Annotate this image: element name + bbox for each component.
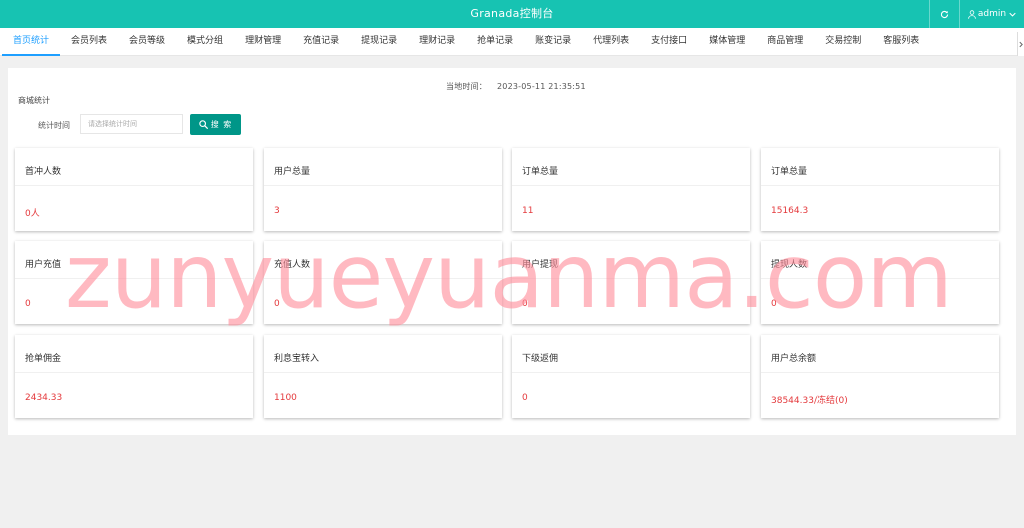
stat-card-title: 利息宝转入	[274, 354, 320, 364]
stat-card-title: 首冲人数	[25, 167, 62, 177]
tab-item[interactable]: 理财管理	[234, 28, 292, 56]
stat-card-value: 0	[274, 299, 280, 309]
stat-card-divider	[512, 372, 750, 373]
search-button[interactable]: 搜 索	[190, 114, 241, 135]
chevron-right-icon	[1019, 41, 1023, 47]
tab-list: 首页统计 会员列表 会员等级 模式分组 理财管理 充值记录 提现记录 理财记录 抢单记录 账变记录…	[2, 28, 930, 56]
app-title: Granada控制台	[470, 7, 554, 20]
stat-time-input[interactable]	[80, 114, 183, 134]
stat-card-value: 11	[522, 206, 534, 216]
stat-card-title: 订单总量	[522, 167, 559, 177]
stat-card-value: 0	[771, 299, 777, 309]
tab-item[interactable]: 充值记录	[292, 28, 350, 56]
filter-label: 统计时间	[38, 121, 70, 130]
tab-item[interactable]: 抢单记录	[466, 28, 524, 56]
refresh-icon	[940, 10, 949, 18]
stat-card-title: 提现人数	[771, 260, 808, 270]
stat-card-divider	[15, 278, 253, 279]
search-icon	[199, 120, 208, 129]
tab-item[interactable]: 会员列表	[60, 28, 118, 56]
tab-item[interactable]: 交易控制	[814, 28, 872, 56]
stat-card-value: 15164.3	[771, 206, 809, 216]
tab-item[interactable]: 会员等级	[118, 28, 176, 56]
stat-card-title: 用户提现	[522, 260, 559, 270]
stat-card: 下级返佣 0	[512, 335, 750, 418]
stat-card-value: 0人	[25, 209, 40, 219]
user-icon	[968, 9, 976, 19]
stat-card-divider	[761, 185, 999, 186]
stat-card: 充值人数 0	[264, 241, 502, 324]
stat-card-divider	[15, 372, 253, 373]
tab-bar: 首页统计 会员列表 会员等级 模式分组 理财管理 充值记录 提现记录 理财记录 抢单记录 账变记录…	[0, 28, 1024, 56]
local-time: 当地时间： 2023-05-11 21:35:51	[446, 81, 586, 92]
tab-item[interactable]: 媒体管理	[698, 28, 756, 56]
tab-item[interactable]: 模式分组	[176, 28, 234, 56]
tab-item[interactable]: 代理列表	[582, 28, 640, 56]
stat-card: 用户提现 0	[512, 241, 750, 324]
stat-card-title: 抢单佣金	[25, 354, 62, 364]
stat-card-value: 38544.33/冻结(0)	[771, 396, 848, 406]
stat-card-divider	[264, 185, 502, 186]
top-header: Granada控制台 admin	[0, 0, 1024, 28]
stat-card-divider	[512, 185, 750, 186]
user-menu[interactable]: admin	[959, 0, 1024, 28]
stat-card: 订单总量 15164.3	[761, 148, 999, 231]
tab-item[interactable]: 提现记录	[350, 28, 408, 56]
tab-item[interactable]: 商品管理	[756, 28, 814, 56]
local-time-value: 2023-05-11 21:35:51	[497, 82, 586, 91]
stat-card-title: 用户充值	[25, 260, 62, 270]
refresh-button[interactable]	[929, 0, 959, 28]
stat-card-divider	[512, 278, 750, 279]
stat-card-divider	[15, 185, 253, 186]
tab-item[interactable]: 账变记录	[524, 28, 582, 56]
stat-card-value: 0	[522, 393, 528, 403]
local-time-label: 当地时间：	[446, 82, 487, 91]
stat-card-title: 充值人数	[274, 260, 311, 270]
stat-card-divider	[761, 372, 999, 373]
stat-card-value: 3	[274, 206, 280, 216]
stat-card-divider	[264, 372, 502, 373]
stat-card-title: 订单总量	[771, 167, 808, 177]
stat-card: 用户总量 3	[264, 148, 502, 231]
stat-card: 利息宝转入 1100	[264, 335, 502, 418]
tab-scroll-button[interactable]	[1017, 32, 1024, 56]
stat-card-divider	[264, 278, 502, 279]
stat-card-value: 1100	[274, 393, 297, 403]
stat-card: 抢单佣金 2434.33	[15, 335, 253, 418]
stat-card: 用户充值 0	[15, 241, 253, 324]
chevron-down-icon	[1009, 12, 1016, 17]
stat-card-title: 下级返佣	[522, 354, 559, 364]
section-title: 商城统计	[18, 96, 50, 105]
stat-card: 用户总余额 38544.33/冻结(0)	[761, 335, 999, 418]
stat-card-value: 0	[25, 299, 31, 309]
stat-card: 首冲人数 0人	[15, 148, 253, 231]
tab-item[interactable]: 理财记录	[408, 28, 466, 56]
stat-card: 订单总量 11	[512, 148, 750, 231]
stat-card-divider	[761, 278, 999, 279]
stat-card: 提现人数 0	[761, 241, 999, 324]
stat-card-value: 0	[522, 299, 528, 309]
stat-card-title: 用户总量	[274, 167, 311, 177]
tab-item[interactable]: 支付接口	[640, 28, 698, 56]
tab-item[interactable]: 客服列表	[872, 28, 930, 56]
user-name: admin	[977, 9, 1007, 19]
stat-card-title: 用户总余额	[771, 354, 817, 364]
stat-card-value: 2434.33	[25, 393, 63, 403]
tab-item[interactable]: 首页统计	[2, 28, 61, 56]
search-button-label: 搜 索	[210, 120, 233, 129]
